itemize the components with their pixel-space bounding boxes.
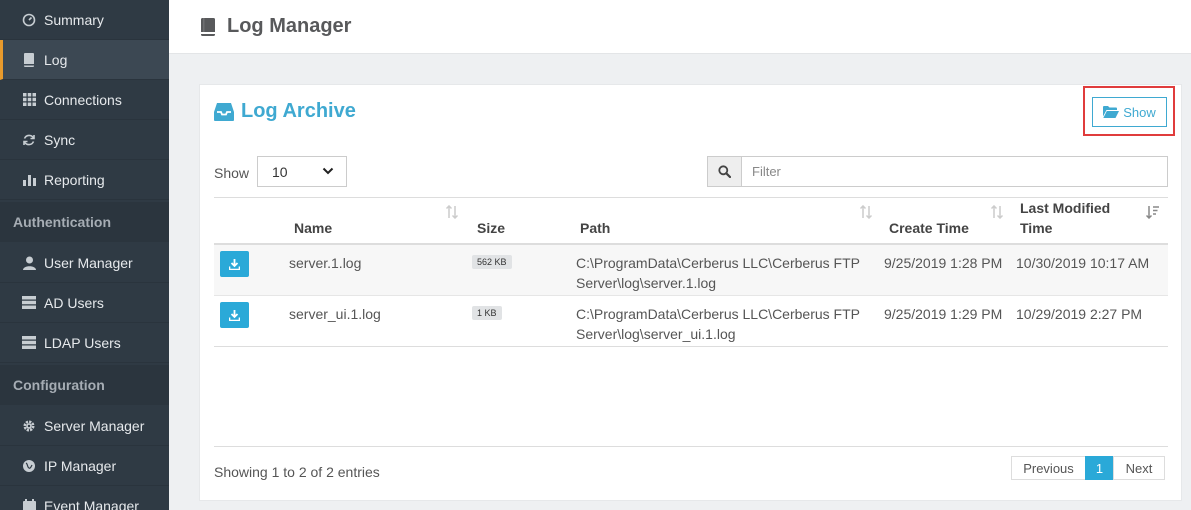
gear-icon bbox=[22, 419, 36, 433]
sidebar: Summary Log Connections Sync Reporting A… bbox=[0, 0, 169, 510]
sidebar-item-label: Reporting bbox=[44, 171, 105, 188]
sidebar-item-log[interactable]: Log bbox=[0, 40, 169, 80]
panel-title-text: Log Archive bbox=[241, 100, 356, 122]
user-icon bbox=[22, 256, 36, 270]
show-button-label: Show bbox=[1123, 104, 1156, 120]
sidebar-item-label: Server Manager bbox=[44, 417, 145, 434]
panel-title: Log Archive bbox=[214, 100, 356, 123]
sidebar-item-user-manager[interactable]: User Manager bbox=[0, 243, 169, 283]
pagination-next[interactable]: Next bbox=[1113, 456, 1165, 480]
table-row: server_ui.1.log 1 KB C:\ProgramData\Cerb… bbox=[214, 296, 1168, 347]
sidebar-item-label: Log bbox=[44, 51, 68, 68]
cell-last-modified: 10/29/2019 2:27 PM bbox=[1016, 306, 1143, 322]
download-button[interactable] bbox=[220, 251, 249, 277]
sidebar-item-ldap-users[interactable]: LDAP Users bbox=[0, 323, 169, 363]
column-header-name[interactable]: Name bbox=[294, 218, 332, 238]
pagination-previous[interactable]: Previous bbox=[1011, 456, 1086, 480]
table-header: Name Size Path Create Time Last Modified… bbox=[214, 197, 1168, 245]
column-header-size[interactable]: Size bbox=[477, 218, 505, 238]
server-icon bbox=[22, 296, 36, 310]
filter-input[interactable] bbox=[742, 157, 1167, 186]
sidebar-section-authentication: Authentication bbox=[0, 202, 169, 242]
grid-icon bbox=[22, 93, 36, 107]
cell-create-time: 9/25/2019 1:29 PM bbox=[884, 306, 1003, 322]
size-badge: 1 KB bbox=[472, 306, 502, 320]
sidebar-item-ip-manager[interactable]: IP Manager bbox=[0, 446, 169, 486]
log-table: Name Size Path Create Time Last Modified… bbox=[214, 197, 1168, 347]
cell-path: C:\ProgramData\Cerberus LLC\Cerberus FTP… bbox=[576, 304, 860, 344]
cell-path: C:\ProgramData\Cerberus LLC\Cerberus FTP… bbox=[576, 253, 860, 293]
cell-name: server_ui.1.log bbox=[289, 306, 381, 322]
cell-path-line1: C:\ProgramData\Cerberus LLC\Cerberus FTP bbox=[576, 306, 860, 322]
cell-path-line1: C:\ProgramData\Cerberus LLC\Cerberus FTP bbox=[576, 255, 860, 271]
refresh-icon bbox=[22, 133, 36, 147]
sidebar-item-event-manager[interactable]: Event Manager bbox=[0, 486, 169, 510]
column-header-create-time[interactable]: Create Time bbox=[889, 218, 969, 238]
sidebar-item-label: Connections bbox=[44, 91, 122, 108]
table-row: server.1.log 562 KB C:\ProgramData\Cerbe… bbox=[214, 245, 1168, 296]
chevron-down-icon bbox=[322, 167, 334, 175]
page-header: Log Manager bbox=[169, 0, 1191, 54]
folder-open-icon bbox=[1103, 106, 1120, 118]
sort-icon[interactable] bbox=[859, 205, 873, 219]
sidebar-item-server-manager[interactable]: Server Manager bbox=[0, 406, 169, 446]
bar-chart-icon bbox=[22, 173, 36, 187]
sidebar-section-configuration: Configuration bbox=[0, 365, 169, 405]
sidebar-item-label: LDAP Users bbox=[44, 334, 121, 351]
sidebar-item-label: Summary bbox=[44, 11, 104, 28]
sort-icon[interactable] bbox=[445, 205, 459, 219]
book-icon bbox=[201, 17, 215, 36]
search-icon bbox=[708, 157, 742, 186]
sidebar-item-summary[interactable]: Summary bbox=[0, 0, 169, 40]
column-header-last-modified[interactable]: Last Modified Time bbox=[1020, 198, 1130, 238]
sidebar-item-label: User Manager bbox=[44, 254, 133, 271]
sort-icon[interactable] bbox=[990, 205, 1004, 219]
inbox-icon bbox=[214, 102, 234, 121]
pagination: Previous 1 Next bbox=[1011, 456, 1165, 480]
filter-group bbox=[707, 156, 1168, 187]
cell-create-time: 9/25/2019 1:28 PM bbox=[884, 255, 1003, 271]
entries-info: Showing 1 to 2 of 2 entries bbox=[214, 464, 380, 480]
column-header-path[interactable]: Path bbox=[580, 218, 610, 238]
dashboard-icon bbox=[22, 13, 36, 27]
book-icon bbox=[22, 52, 36, 67]
sidebar-item-connections[interactable]: Connections bbox=[0, 80, 169, 120]
sidebar-item-sync[interactable]: Sync bbox=[0, 120, 169, 160]
show-button[interactable]: Show bbox=[1092, 97, 1167, 127]
size-badge: 562 KB bbox=[472, 255, 512, 269]
sidebar-item-label: Event Manager bbox=[44, 497, 139, 510]
show-button-highlight: Show bbox=[1083, 86, 1175, 136]
table-footer-divider bbox=[214, 446, 1168, 447]
sidebar-item-reporting[interactable]: Reporting bbox=[0, 160, 169, 200]
cell-path-line2: Server\log\server_ui.1.log bbox=[576, 326, 736, 342]
log-archive-panel: Log Archive Show Show 10 Name Size Path … bbox=[199, 84, 1182, 501]
download-icon bbox=[229, 258, 240, 270]
sidebar-item-label: IP Manager bbox=[44, 457, 117, 474]
page-title: Log Manager bbox=[227, 15, 352, 37]
page-size-value: 10 bbox=[272, 163, 288, 180]
cell-path-line2: Server\log\server.1.log bbox=[576, 275, 717, 291]
sidebar-item-label: AD Users bbox=[44, 294, 104, 311]
sort-desc-icon[interactable] bbox=[1146, 205, 1160, 219]
sidebar-item-ad-users[interactable]: AD Users bbox=[0, 283, 169, 323]
download-icon bbox=[229, 309, 240, 321]
cell-name: server.1.log bbox=[289, 255, 362, 271]
server-icon bbox=[22, 336, 36, 350]
calendar-icon bbox=[22, 498, 36, 510]
sidebar-item-label: Sync bbox=[44, 131, 76, 148]
cell-last-modified: 10/30/2019 10:17 AM bbox=[1016, 255, 1150, 271]
page-size-select[interactable]: 10 bbox=[257, 156, 347, 187]
pagination-page-1[interactable]: 1 bbox=[1085, 456, 1114, 480]
globe-icon bbox=[22, 459, 36, 473]
download-button[interactable] bbox=[220, 302, 249, 328]
page-size-label: Show bbox=[214, 165, 250, 181]
